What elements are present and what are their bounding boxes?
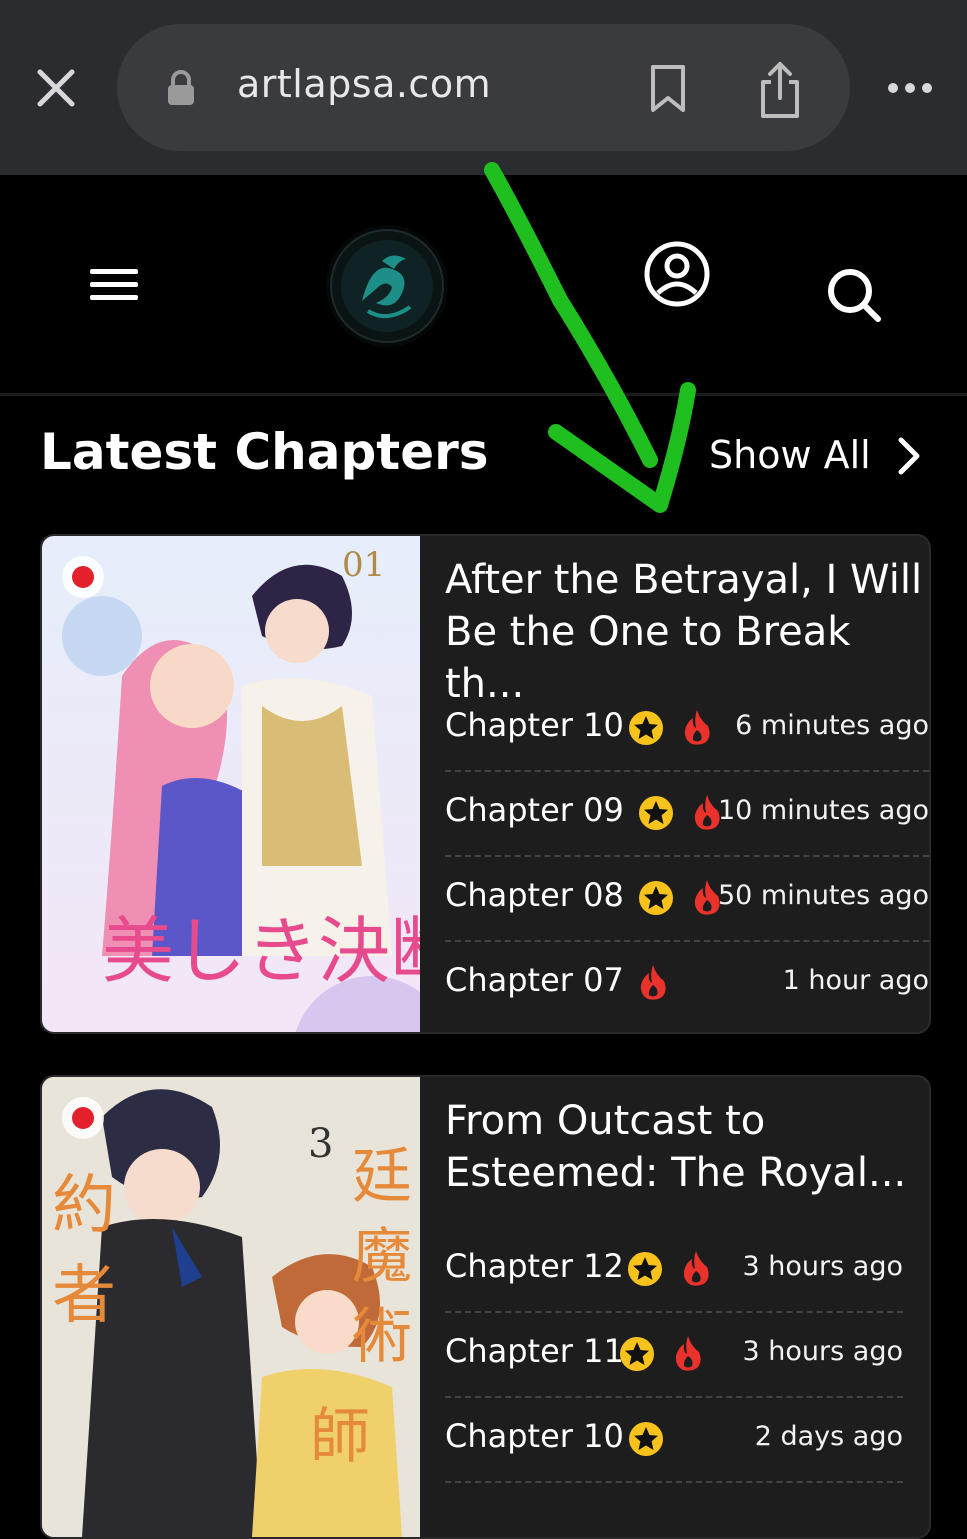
- svg-text:美しき決断: 美しき決断: [102, 909, 420, 993]
- bookmark-icon[interactable]: [649, 64, 687, 114]
- address-bar[interactable]: artlapsa.com: [117, 24, 850, 151]
- chapter-label: Chapter 10: [445, 706, 624, 744]
- hamburger-menu-icon[interactable]: [90, 267, 138, 303]
- live-indicator: [72, 566, 94, 588]
- star-badge-icon: [629, 1422, 663, 1456]
- svg-text:3: 3: [308, 1121, 333, 1167]
- chapter-time: 3 hours ago: [742, 1336, 903, 1367]
- chapter-label: Chapter 08: [445, 876, 624, 914]
- star-badge-icon: [639, 796, 673, 830]
- svg-text:魔: 魔: [352, 1222, 412, 1292]
- fire-icon: [684, 710, 710, 745]
- account-icon[interactable]: [644, 241, 710, 307]
- chapter-time: 3 hours ago: [742, 1251, 903, 1282]
- chapter-time: 10 minutes ago: [717, 795, 929, 826]
- chapter-time: 1 hour ago: [782, 965, 929, 996]
- chapter-label: Chapter 07: [445, 961, 624, 999]
- star-badge-icon: [628, 1252, 662, 1286]
- share-icon[interactable]: [757, 60, 803, 120]
- more-icon[interactable]: [886, 78, 934, 98]
- chapter-time: 6 minutes ago: [735, 710, 929, 741]
- chapter-row[interactable]: Chapter 07 1 hour ago: [445, 941, 929, 1025]
- live-indicator: [72, 1107, 94, 1129]
- chapter-row[interactable]: Chapter 10 2 days ago: [445, 1397, 903, 1483]
- search-icon[interactable]: [826, 267, 882, 323]
- url-text: artlapsa.com: [237, 62, 492, 106]
- chevron-right-icon[interactable]: [896, 436, 922, 476]
- chapter-row[interactable]: Chapter 09 10 minutes ago: [445, 771, 929, 857]
- svg-text:約: 約: [52, 1169, 116, 1243]
- chapter-label: Chapter 10: [445, 1417, 624, 1455]
- star-badge-icon: [620, 1337, 654, 1371]
- fire-icon: [683, 1251, 709, 1286]
- chapter-row[interactable]: Chapter 08 50 minutes ago: [445, 856, 929, 942]
- chapter-label: Chapter 12: [445, 1247, 624, 1285]
- chapter-row[interactable]: Chapter 10 6 minutes ago: [445, 686, 929, 772]
- svg-text:者: 者: [52, 1259, 116, 1333]
- series-card[interactable]: 約 者 廷 魔 術 師 3 From Outcast to Esteemed: …: [40, 1075, 931, 1539]
- series-title[interactable]: From Outcast to Esteemed: The Royal...: [445, 1095, 925, 1199]
- svg-text:術: 術: [352, 1302, 412, 1372]
- lock-icon: [168, 70, 194, 105]
- chapter-row[interactable]: Chapter 11 3 hours ago: [445, 1312, 903, 1398]
- cover-image[interactable]: 約 者 廷 魔 術 師 3: [42, 1077, 420, 1537]
- svg-text:師: 師: [310, 1402, 370, 1472]
- site-header: [0, 175, 967, 396]
- chapter-time: 50 minutes ago: [717, 880, 929, 911]
- fire-icon: [640, 965, 666, 1000]
- star-badge-icon: [629, 711, 663, 745]
- show-all-link[interactable]: Show All: [709, 433, 871, 477]
- star-badge-icon: [639, 881, 673, 915]
- cover-image[interactable]: 美しき決断 01: [42, 536, 420, 1032]
- svg-text:01: 01: [342, 545, 385, 585]
- chapter-label: Chapter 09: [445, 791, 624, 829]
- chapter-row[interactable]: Chapter 12 3 hours ago: [445, 1227, 903, 1313]
- series-card[interactable]: 美しき決断 01 After the Betrayal, I Will Be t…: [40, 534, 931, 1034]
- chapter-time: 2 days ago: [754, 1421, 903, 1452]
- chapter-label: Chapter 11: [445, 1332, 624, 1370]
- site-logo[interactable]: [330, 229, 444, 343]
- fire-icon: [675, 1336, 701, 1371]
- browser-toolbar: artlapsa.com: [0, 0, 967, 175]
- close-icon[interactable]: [36, 68, 76, 108]
- section-title: Latest Chapters: [40, 423, 489, 481]
- svg-text:廷: 廷: [352, 1142, 412, 1212]
